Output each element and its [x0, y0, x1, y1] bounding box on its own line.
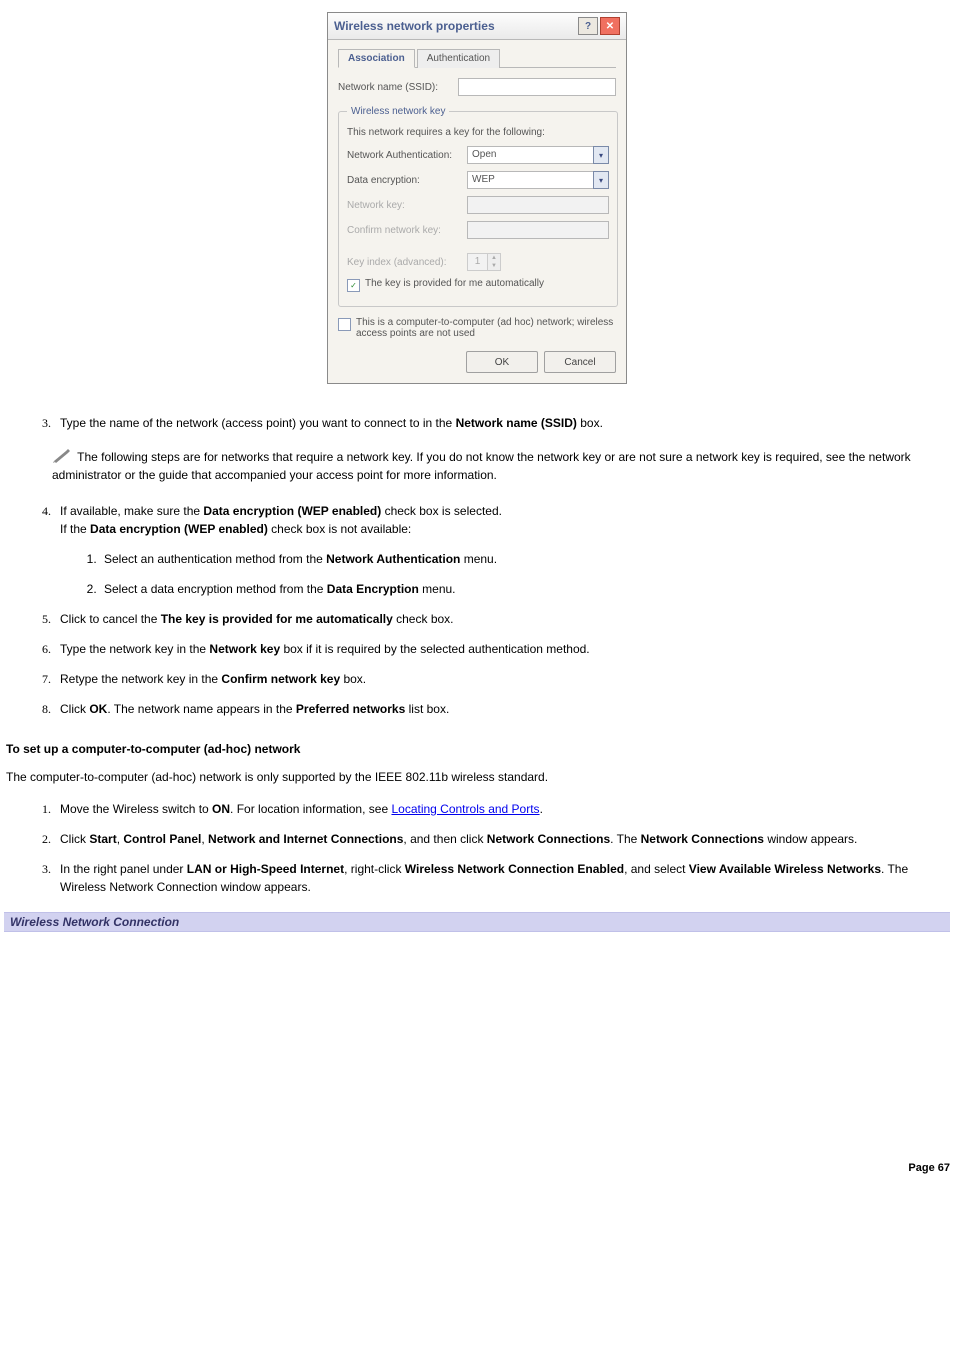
keyindex-spinner: 1 ▲ ▼ — [467, 253, 501, 271]
adhoc-checkbox[interactable] — [338, 318, 351, 331]
step-4-2: Select a data encryption method from the… — [100, 580, 950, 598]
close-button[interactable]: ✕ — [600, 17, 620, 35]
enc-label: Data encryption: — [347, 175, 467, 186]
keyindex-down-icon: ▼ — [488, 262, 500, 270]
adhoc-step-1: Move the Wireless switch to ON. For loca… — [54, 800, 950, 818]
group-legend: Wireless network key — [347, 106, 449, 117]
adhoc-intro: The computer-to-computer (ad-hoc) networ… — [6, 768, 950, 786]
enc-value: WEP — [467, 171, 593, 189]
step-7: Retype the network key in the Confirm ne… — [54, 670, 950, 688]
networkkey-label: Network key: — [347, 200, 467, 211]
confirmkey-input — [467, 221, 609, 239]
keyindex-label: Key index (advanced): — [347, 257, 467, 268]
step-6: Type the network key in the Network key … — [54, 640, 950, 658]
page-number: Page 67 — [4, 1162, 950, 1174]
confirmkey-label: Confirm network key: — [347, 225, 467, 236]
tab-association[interactable]: Association — [338, 49, 415, 68]
note-block: The following steps are for networks tha… — [52, 448, 950, 484]
step-5: Click to cancel the The key is provided … — [54, 610, 950, 628]
autokey-checkbox[interactable] — [347, 279, 360, 292]
adhoc-heading: To set up a computer-to-computer (ad-hoc… — [6, 742, 950, 756]
dialog-title: Wireless network properties — [334, 19, 576, 33]
ssid-input[interactable] — [458, 78, 616, 96]
auth-dropdown-button[interactable]: ▾ — [593, 146, 609, 164]
adhoc-label: This is a computer-to-computer (ad hoc) … — [356, 317, 616, 339]
networkkey-input — [467, 196, 609, 214]
tab-authentication[interactable]: Authentication — [417, 49, 500, 68]
wireless-key-group: Wireless network key This network requir… — [338, 106, 618, 307]
step-3: Type the name of the network (access poi… — [54, 414, 950, 432]
adhoc-step-2: Click Start, Control Panel, Network and … — [54, 830, 950, 848]
note-icon — [52, 449, 72, 463]
adhoc-step-3: In the right panel under LAN or High-Spe… — [54, 860, 950, 896]
keyindex-value: 1 — [467, 253, 488, 271]
step-4-1: Select an authentication method from the… — [100, 550, 950, 568]
group-note: This network requires a key for the foll… — [347, 127, 609, 138]
ssid-label: Network name (SSID): — [338, 82, 458, 93]
wireless-properties-dialog: Wireless network properties ? ✕ Associat… — [327, 12, 627, 384]
dialog-titlebar: Wireless network properties ? ✕ — [328, 13, 626, 40]
step-4: If available, make sure the Data encrypt… — [54, 502, 950, 598]
step-8: Click OK. The network name appears in th… — [54, 700, 950, 718]
auth-value: Open — [467, 146, 593, 164]
help-button[interactable]: ? — [578, 17, 598, 35]
keyindex-up-icon: ▲ — [488, 254, 500, 262]
locating-controls-link[interactable]: Locating Controls and Ports — [391, 802, 539, 816]
figure-caption: Wireless Network Connection — [4, 912, 950, 932]
auth-label: Network Authentication: — [347, 150, 467, 161]
ok-button[interactable]: OK — [466, 351, 538, 373]
enc-dropdown-button[interactable]: ▾ — [593, 171, 609, 189]
cancel-button[interactable]: Cancel — [544, 351, 616, 373]
autokey-label: The key is provided for me automatically — [365, 278, 544, 289]
tab-bar: Association Authentication — [338, 48, 616, 68]
